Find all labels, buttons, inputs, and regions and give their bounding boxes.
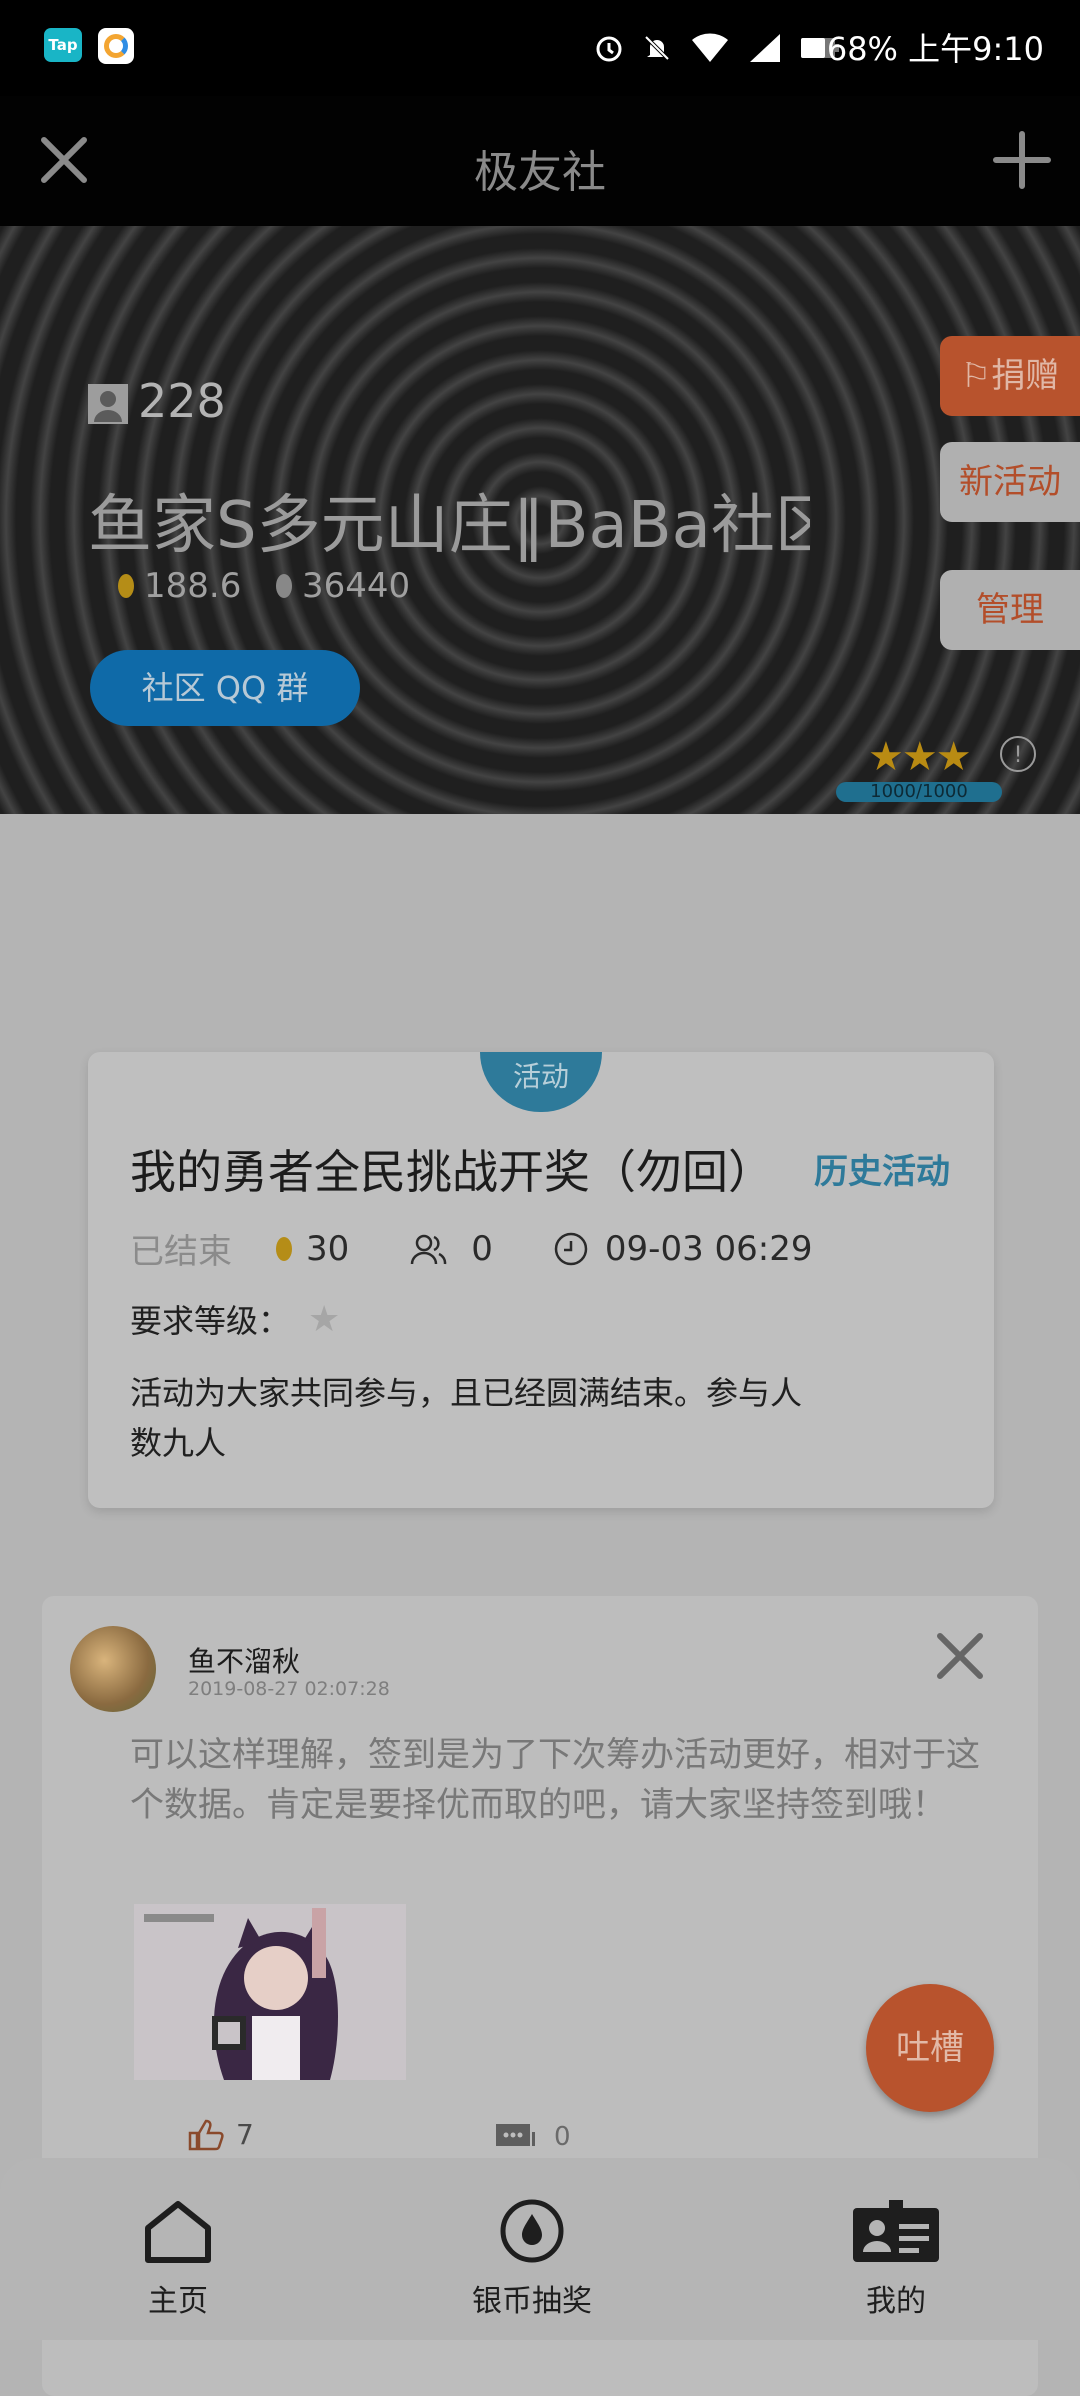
activity-status: 已结束 xyxy=(130,1232,232,1272)
title-bar: 极友社 xyxy=(0,96,1080,226)
info-icon[interactable]: ! xyxy=(1000,736,1036,772)
history-activity-link[interactable]: 历史活动 xyxy=(814,1144,950,1193)
battery-percent: 68% xyxy=(826,30,898,68)
silver-value: 36440 xyxy=(302,566,411,606)
flag-icon: ⚐ xyxy=(960,356,992,396)
activity-card[interactable]: 活动 我的勇者全民挑战开奖（勿回） 历史活动 已结束 30 0 09-03 06… xyxy=(88,1052,994,1508)
donate-button[interactable]: ⚐捐赠 xyxy=(940,336,1080,416)
activity-meta: 已结束 30 0 09-03 06:29 xyxy=(130,1224,813,1273)
activity-time: 09-03 06:29 xyxy=(604,1228,813,1269)
comment-icon xyxy=(496,2124,535,2146)
page-title: 极友社 xyxy=(474,147,606,198)
nav-label-home: 主页 xyxy=(148,2284,208,2319)
activity-tag: 活动 xyxy=(480,1052,602,1112)
reply-button[interactable]: 0 xyxy=(494,2122,571,2152)
nav-label-lottery: 银币抽奖 xyxy=(472,2284,592,2319)
battery-time-text: 68% 上午9:10 xyxy=(827,24,1044,70)
community-banner: 228 鱼家S多元山庄‖BaBa社区 188.6 36440 社区 QQ 群 ⚐… xyxy=(0,226,1080,814)
avatar[interactable] xyxy=(70,1626,156,1712)
activity-coins: 30 xyxy=(306,1228,350,1269)
gold-stat: 188.6 xyxy=(118,566,241,606)
new-activity-button[interactable]: 新活动 xyxy=(940,442,1080,522)
signal-icon xyxy=(750,34,780,62)
nav-item-lottery[interactable]: 银币抽奖 xyxy=(432,2198,632,2320)
notification-app-icon xyxy=(98,28,134,64)
wifi-icon xyxy=(692,33,728,62)
member-icon xyxy=(88,384,128,424)
silver-stat: 36440 xyxy=(276,566,410,606)
clock-icon xyxy=(554,1232,588,1265)
home-icon xyxy=(145,2201,211,2263)
gold-coin-icon xyxy=(276,1236,292,1261)
qq-group-button[interactable]: 社区 QQ 群 xyxy=(90,650,360,726)
gold-value: 188.6 xyxy=(144,566,242,606)
bottom-navigation: 主页 银币抽奖 我的 xyxy=(0,2158,1080,2340)
level-progress-bar: 1000/1000 xyxy=(836,782,1002,802)
comment-image[interactable] xyxy=(134,1904,406,2080)
activity-participants: 0 xyxy=(471,1228,493,1269)
manage-button[interactable]: 管理 xyxy=(940,570,1080,650)
level-requirement: 要求等级： ★ xyxy=(130,1296,340,1342)
roast-fab-button[interactable]: 吐槽 xyxy=(866,1984,994,2112)
anime-girl-illustration xyxy=(134,1904,406,2080)
community-name: 鱼家S多元山庄‖BaBa社区 xyxy=(88,489,810,563)
like-count: 7 xyxy=(236,2118,254,2151)
clock: 上午9:10 xyxy=(908,30,1044,68)
participants-icon xyxy=(411,1234,447,1264)
comment-author[interactable]: 鱼不溜秋 xyxy=(188,1640,300,1680)
donate-label: 捐赠 xyxy=(991,356,1060,396)
member-count: 228 xyxy=(138,374,226,428)
add-icon[interactable] xyxy=(992,130,1052,190)
mute-bell-icon xyxy=(644,35,670,61)
activity-title[interactable]: 我的勇者全民挑战开奖（勿回） xyxy=(130,1136,770,1202)
close-icon[interactable] xyxy=(934,1630,986,1682)
silver-coin-icon xyxy=(276,574,292,598)
status-icons xyxy=(594,28,840,68)
requirement-label: 要求等级： xyxy=(130,1302,291,1340)
nav-label-mine: 我的 xyxy=(866,2284,926,2319)
rating-stars: ★★★ xyxy=(868,734,972,780)
activity-description: 活动为大家共同参与，且已经圆满结束。参与人数九人 xyxy=(130,1374,803,1462)
thumbs-up-icon xyxy=(188,2119,224,2150)
comment-text: 可以这样理解，签到是为了下次筹办活动更好，相对于这个数据。肯定是要择优而取的吧，… xyxy=(130,1735,980,1825)
status-bar: Tap 68% 上午9:10 xyxy=(0,0,1080,96)
reply-count: 0 xyxy=(554,2122,571,2152)
comment-date: 2019-08-27 02:07:28 xyxy=(188,1678,390,1700)
star-icon: ★ xyxy=(308,1298,341,1340)
alarm-icon xyxy=(596,36,622,62)
taptap-app-icon: Tap xyxy=(44,28,82,62)
nav-item-home[interactable]: 主页 xyxy=(78,2198,278,2320)
coin-drop-icon xyxy=(500,2199,564,2263)
gold-coin-icon xyxy=(118,574,134,598)
nav-item-mine[interactable]: 我的 xyxy=(796,2198,996,2320)
id-card-icon xyxy=(853,2200,939,2262)
like-button[interactable]: 7 xyxy=(188,2118,254,2151)
